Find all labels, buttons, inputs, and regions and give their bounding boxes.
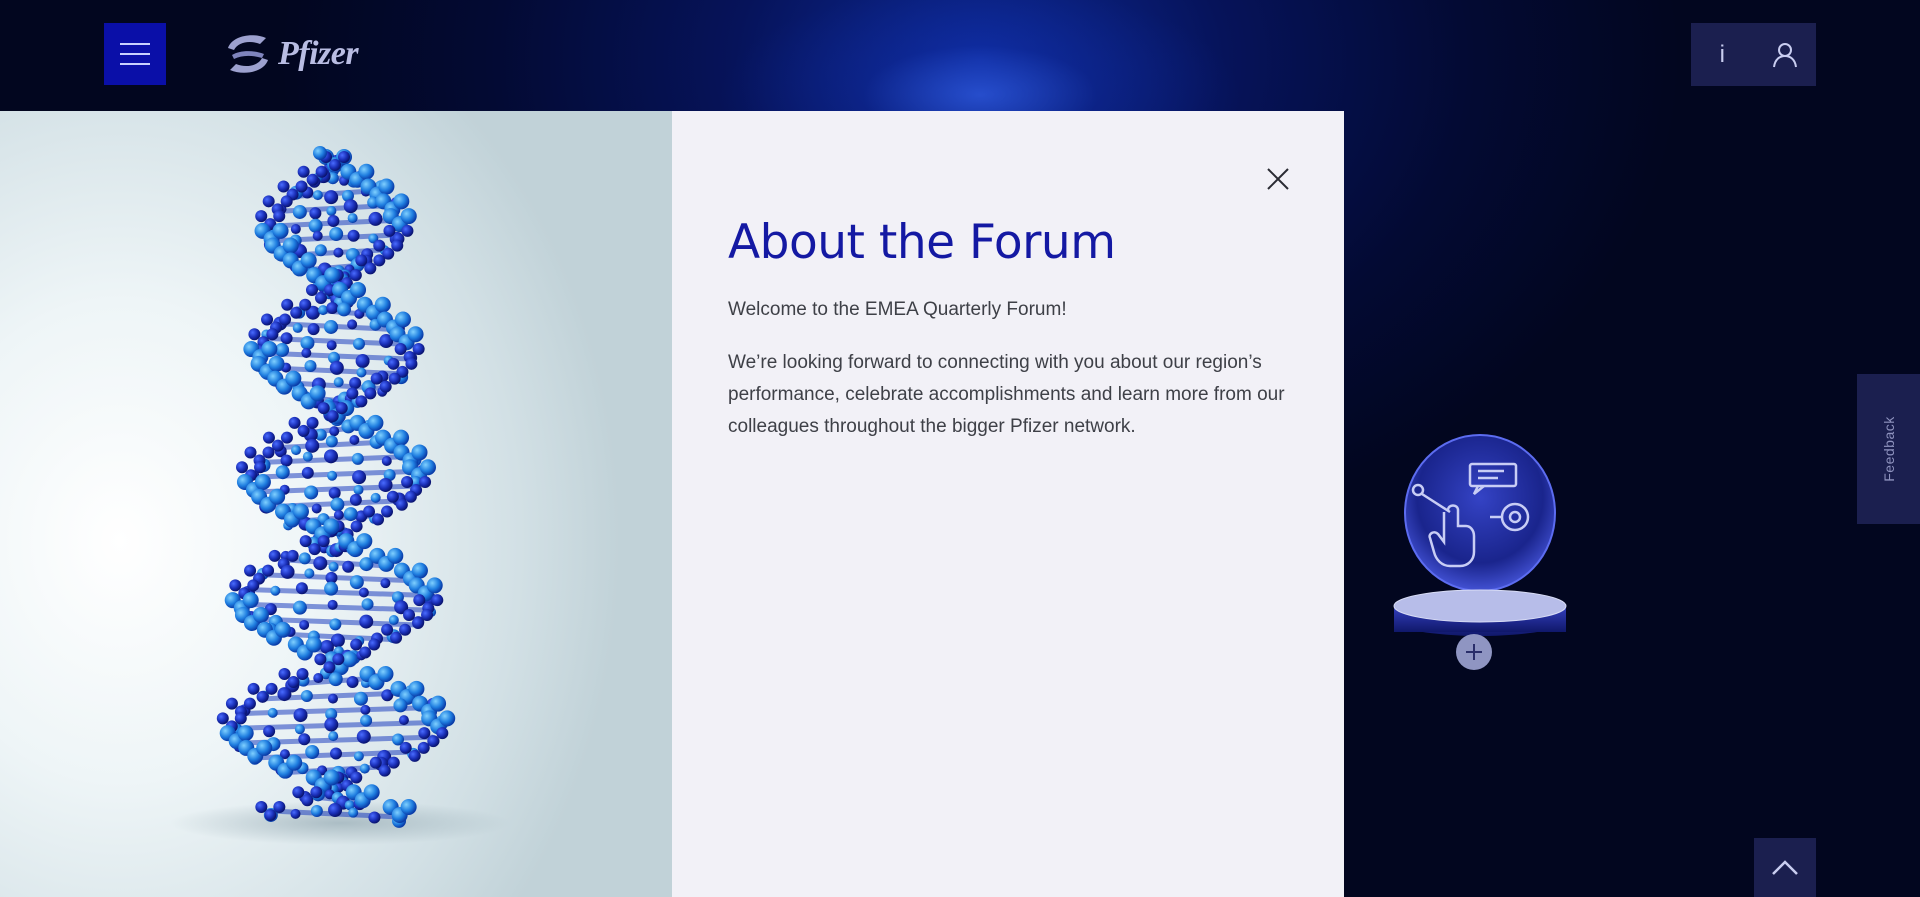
hamburger-icon bbox=[120, 43, 150, 65]
plus-icon[interactable] bbox=[1456, 634, 1492, 670]
close-icon bbox=[1267, 168, 1289, 190]
about-modal: About the Forum Welcome to the EMEA Quar… bbox=[672, 111, 1344, 897]
info-icon: i bbox=[1719, 40, 1725, 68]
hotspot-graphic bbox=[1393, 434, 1567, 670]
dna-helix-image bbox=[0, 111, 672, 897]
modal-body-text: We’re looking forward to connecting with… bbox=[728, 352, 1285, 437]
logo-wordmark: Pfizer bbox=[278, 35, 359, 72]
feedback-label: Feedback bbox=[1880, 416, 1897, 482]
pfizer-logo[interactable]: Pfizer bbox=[222, 22, 359, 86]
feedback-tab[interactable]: Feedback bbox=[1857, 374, 1920, 524]
info-button[interactable]: i bbox=[1691, 23, 1754, 86]
scroll-to-top-button[interactable] bbox=[1754, 838, 1816, 897]
interaction-hotspot[interactable] bbox=[1370, 430, 1590, 680]
header-actions: i bbox=[1691, 23, 1816, 86]
dna-helix-illustration bbox=[170, 146, 510, 845]
menu-button[interactable] bbox=[104, 23, 166, 85]
modal-welcome-text: Welcome to the EMEA Quarterly Forum! bbox=[728, 299, 1067, 320]
user-icon bbox=[1772, 42, 1797, 67]
chevron-up-icon bbox=[1772, 859, 1798, 875]
close-button[interactable] bbox=[1262, 163, 1294, 195]
user-button[interactable] bbox=[1754, 23, 1817, 86]
modal-title: About the Forum bbox=[728, 215, 1116, 270]
pfizer-logo-mark-icon bbox=[228, 35, 268, 73]
